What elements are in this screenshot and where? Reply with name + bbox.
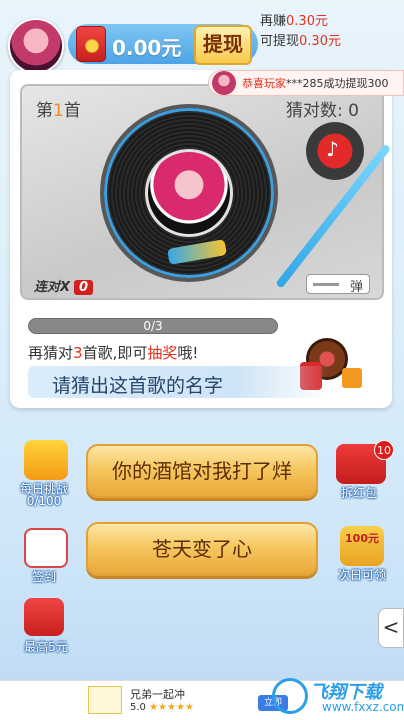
answer-option-button[interactable]: 苍天变了心 <box>86 522 318 576</box>
toggle-track <box>313 283 339 286</box>
withdrawable-value: 0.30元 <box>299 34 341 49</box>
streak-count: 0 <box>74 280 94 295</box>
daily-challenge-count: 0/100 <box>26 494 62 508</box>
round-prefix: 第 <box>36 101 53 121</box>
hint-part: 再猜对 <box>28 344 74 362</box>
watermark-url: www.fxxz.com <box>322 700 404 714</box>
notice-prefix: 恭喜玩家 <box>242 77 286 90</box>
album-cover <box>145 149 233 237</box>
red-envelope-icon <box>76 26 106 62</box>
round-label: 第1首 <box>36 96 81 121</box>
toggle-label: 弹 <box>349 280 363 295</box>
round-number: 1 <box>53 101 64 121</box>
collapse-arrow-icon[interactable]: < <box>378 608 404 648</box>
watermark: 飞翔下载 www.fxxz.com <box>270 676 404 720</box>
ad-title[interactable]: 兄弟一起冲 <box>130 686 185 702</box>
withdraw-progress-info: 再赚0.30元 可提现0.30元 <box>260 12 364 54</box>
max-reward-label[interactable]: 最高5元 <box>14 638 78 655</box>
play-music-button[interactable]: ♪ <box>306 122 364 180</box>
round-suffix: 首 <box>63 101 81 121</box>
answer-option-button[interactable]: 你的酒馆对我打了烊 <box>86 444 318 498</box>
next-day-label[interactable]: 次日可领 <box>324 566 400 583</box>
next-day-amount: 100元 <box>345 532 379 545</box>
question-text: 请猜出这首歌的名字 <box>52 375 224 397</box>
bullet-toggle[interactable]: 弹 <box>306 274 370 295</box>
earn-more-value: 0.30元 <box>286 14 328 29</box>
notice-player: ***285 <box>286 77 324 90</box>
hint-count: 3 <box>73 344 83 362</box>
gift-icon[interactable] <box>24 440 68 480</box>
ad-rating: 5.0 ★★★★★ <box>130 702 194 713</box>
ad-rating-value: 5.0 <box>130 702 146 713</box>
notice-avatar <box>212 71 236 95</box>
ad-thumbnail[interactable] <box>88 686 122 714</box>
balance-amount: 0.00元 <box>112 36 182 60</box>
hint-part: 首歌,即可 <box>82 344 148 362</box>
correct-count: 猜对数: 0 <box>286 101 359 121</box>
watermark-logo-icon <box>272 678 308 714</box>
redpacket-count-badge: 10 <box>374 440 394 460</box>
hint-reward: 抽奖 <box>147 344 178 362</box>
withdrawable-label: 可提现 <box>260 34 300 49</box>
gift-icon <box>342 368 362 388</box>
earn-more-label: 再赚 <box>260 14 287 29</box>
calendar-pen-icon[interactable] <box>24 528 68 568</box>
checkin-label[interactable]: 签到 <box>12 568 76 585</box>
withdraw-button[interactable]: 提现 <box>194 25 252 65</box>
notice-text: 恭喜玩家***285成功提现300 <box>242 75 389 91</box>
user-avatar[interactable] <box>8 18 64 74</box>
music-note-icon: ♪ <box>326 137 339 161</box>
streak-text: 连对X <box>34 280 71 295</box>
progress-text: 0/3 <box>143 319 163 333</box>
star-icon: ★★★★★ <box>149 702 194 713</box>
hint-part: 哦! <box>177 344 199 362</box>
notice-suffix: 成功提现300 <box>323 77 389 90</box>
open-redpacket-label[interactable]: 拆红包 <box>324 484 394 501</box>
streak-label: 连对X 0 <box>34 276 94 295</box>
hint-text: 再猜对3首歌,即可抽奖哦! <box>28 342 198 363</box>
red-envelope-icon[interactable] <box>24 598 64 636</box>
